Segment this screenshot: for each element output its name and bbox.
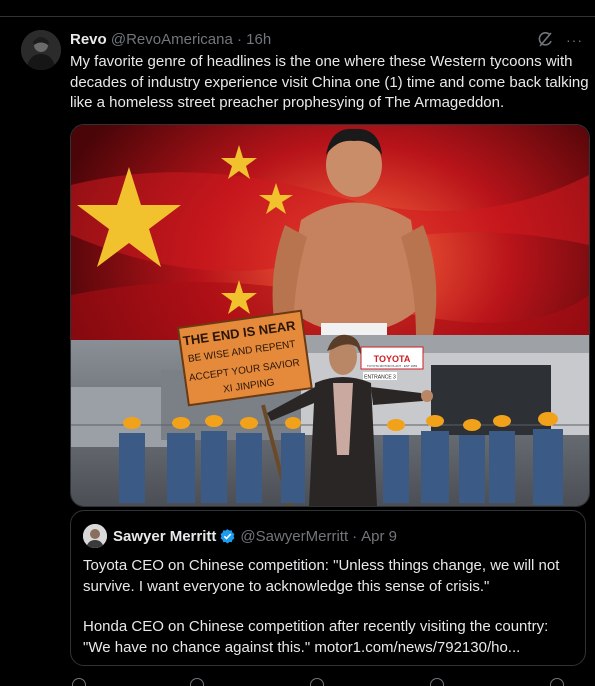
quoted-tweet[interactable]: Sawyer Merritt @SawyerMerritt · Apr 9 To…: [70, 510, 586, 666]
quoted-author-name[interactable]: Sawyer Merritt: [113, 528, 216, 545]
toyota-subsign: TOYOTA MOTOR PLANT · EST 1959: [367, 364, 418, 368]
previous-tweet-edge: [0, 0, 595, 17]
verified-icon: [219, 528, 236, 545]
tweet-time[interactable]: 16h: [246, 31, 271, 48]
author-handle[interactable]: @RevoAmericana: [111, 31, 233, 48]
tweet-text: My favorite genre of headlines is the on…: [70, 53, 589, 111]
quoted-separator: ·: [352, 527, 358, 545]
tweet-image[interactable]: TOYOTA TOYOTA MOTOR PLANT · EST 1959 ENT…: [70, 124, 590, 507]
quoted-paragraph-1: Toyota CEO on Chinese competition: "Unle…: [83, 557, 560, 595]
entrance-sign: ENTRANCE 3: [364, 375, 396, 381]
toyota-sign: TOYOTA: [374, 354, 411, 364]
tweet-header-actions: ···: [536, 31, 583, 49]
avatar-image: [21, 30, 61, 70]
avatar[interactable]: [21, 30, 61, 70]
quoted-avatar[interactable]: [83, 524, 107, 548]
grok-icon[interactable]: [536, 31, 554, 49]
author-name[interactable]: Revo: [70, 31, 107, 48]
header-separator: ·: [236, 31, 242, 48]
tweet-image-art: TOYOTA TOYOTA MOTOR PLANT · EST 1959 ENT…: [71, 125, 589, 506]
quoted-tweet-text: Toyota CEO on Chinese competition: "Unle…: [83, 556, 575, 658]
tweet-header: Revo @RevoAmericana · 16h: [70, 31, 271, 48]
quoted-time[interactable]: Apr 9: [361, 528, 397, 545]
sign-board: THE END IS NEAR BE WISE AND REPENT ACCEP…: [176, 309, 313, 407]
quoted-tweet-header: Sawyer Merritt @SawyerMerritt · Apr 9: [83, 524, 397, 548]
quoted-paragraph-2: Honda CEO on Chinese competition after r…: [83, 618, 549, 656]
quoted-author-handle[interactable]: @SawyerMerritt: [240, 528, 348, 545]
more-icon[interactable]: ···: [566, 32, 583, 48]
